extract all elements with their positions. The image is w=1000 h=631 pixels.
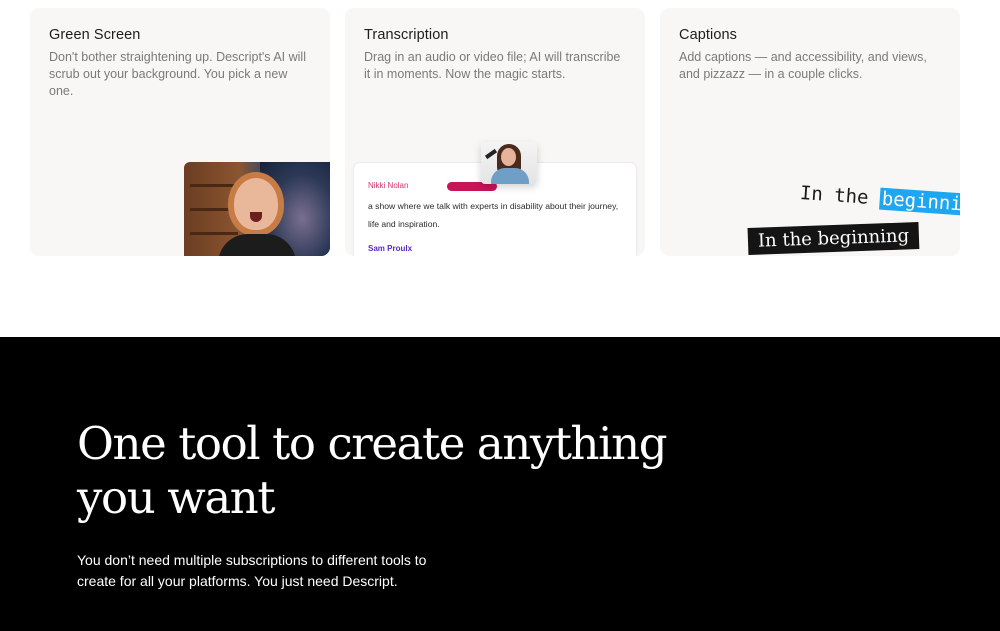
caption-sample-boxed: In the beginning: [747, 222, 920, 255]
hero-section: One tool to create anything you want You…: [0, 337, 1000, 631]
speaker-label: Sam Proulx: [368, 244, 413, 253]
card-title: Green Screen: [49, 27, 141, 43]
card-green-screen[interactable]: Green Screen Don't bother straightening …: [30, 8, 330, 256]
transcript-text: a show where we talk with experts in dis…: [368, 201, 619, 229]
caption-sample-highlight: In the beginning: [799, 182, 960, 218]
card-description: Don't bother straightening up. Descript'…: [49, 50, 306, 98]
green-screen-preview-image: [184, 162, 330, 256]
hero-title: One tool to create anything you want: [77, 417, 668, 524]
feature-cards: Green Screen Don't bother straightening …: [30, 8, 960, 256]
card-description: Add captions — and accessibility, and vi…: [679, 50, 927, 81]
caption-highlighted-word: beginning: [879, 187, 960, 218]
speaker-video-thumbnail: [481, 142, 537, 184]
microphone-icon: [484, 148, 498, 160]
card-captions[interactable]: Captions Add captions — and accessibilit…: [660, 8, 960, 256]
card-title: Captions: [679, 27, 738, 43]
card-title: Transcription: [364, 27, 449, 43]
card-transcription[interactable]: Transcription Drag in an audio or video …: [345, 8, 645, 256]
card-description: Drag in an audio or video file; AI will …: [364, 50, 621, 81]
caption-text: In the: [799, 182, 870, 209]
hero-subtitle: You don’t need multiple subscriptions to…: [77, 552, 427, 589]
speaker-label: Nikki Nolan: [368, 181, 409, 190]
